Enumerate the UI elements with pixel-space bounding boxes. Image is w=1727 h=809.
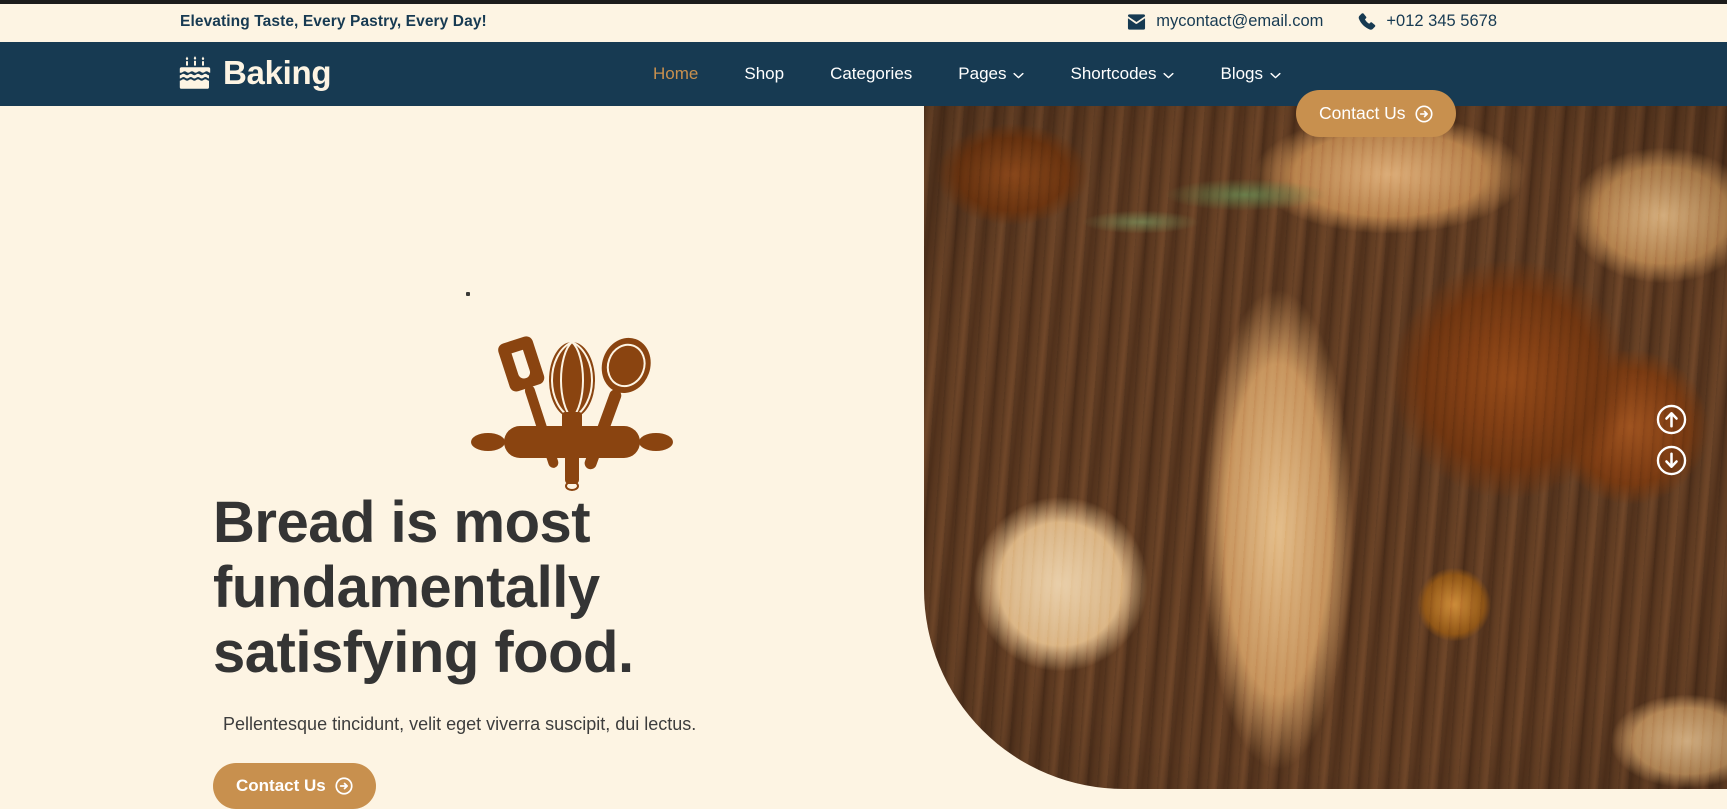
phone-icon bbox=[1357, 12, 1376, 31]
nav-item-blogs-label: Blogs bbox=[1220, 64, 1264, 83]
phone-contact-link[interactable]: +012 345 5678 bbox=[1357, 12, 1497, 31]
baking-utensils-icon bbox=[466, 328, 678, 493]
top-utility-bar: Elevating Taste, Every Pastry, Every Day… bbox=[0, 4, 1727, 42]
nav-menu: Home Shop Categories Pages Shortcodes Bl… bbox=[630, 42, 1304, 106]
chevron-down-icon bbox=[1270, 72, 1281, 79]
envelope-icon bbox=[1127, 12, 1146, 31]
nav-item-pages-label: Pages bbox=[958, 64, 1007, 83]
hero-subtitle: Pellentesque tincidunt, velit eget viver… bbox=[223, 714, 697, 734]
brand-name-text: Baking bbox=[223, 53, 332, 91]
nav-item-categories[interactable]: Categories bbox=[807, 42, 935, 106]
nav-item-shop[interactable]: Shop bbox=[721, 42, 807, 106]
arrow-right-circle-icon bbox=[335, 777, 353, 795]
nav-contact-us-button[interactable]: Contact Us bbox=[1296, 90, 1456, 137]
nav-item-blogs[interactable]: Blogs bbox=[1197, 42, 1304, 106]
nav-item-home-label: Home bbox=[653, 64, 699, 83]
hero-section: Bread is most fundamentally satisfying f… bbox=[0, 106, 1727, 809]
decorative-dot bbox=[466, 292, 470, 296]
arrow-right-circle-icon bbox=[1415, 104, 1433, 123]
hero-content-column: Bread is most fundamentally satisfying f… bbox=[0, 106, 924, 809]
slider-prev-button[interactable] bbox=[1656, 404, 1687, 435]
nav-item-shop-label: Shop bbox=[744, 64, 785, 83]
chevron-down-icon bbox=[1013, 72, 1025, 79]
slider-next-button[interactable] bbox=[1656, 445, 1687, 476]
browser-top-edge bbox=[0, 0, 1727, 4]
phone-number-text: +012 345 5678 bbox=[1386, 12, 1497, 30]
hero-image bbox=[924, 106, 1727, 789]
main-navigation-bar: Baking Home Shop Categories Pages Shortc… bbox=[0, 42, 1727, 137]
nav-item-shortcodes-label: Shortcodes bbox=[1070, 64, 1157, 83]
nav-item-pages[interactable]: Pages bbox=[935, 42, 1047, 106]
hero-contact-us-label: Contact Us bbox=[236, 776, 326, 795]
nav-item-shortcodes[interactable]: Shortcodes bbox=[1047, 42, 1197, 106]
chevron-down-icon bbox=[1163, 72, 1175, 79]
hero-headline: Bread is most fundamentally satisfying f… bbox=[213, 490, 634, 685]
site-logo[interactable]: Baking bbox=[179, 53, 332, 91]
contact-info-group: mycontact@email.com +012 345 5678 bbox=[1127, 12, 1497, 31]
hero-image-vignette bbox=[924, 106, 1727, 789]
nav-item-home[interactable]: Home bbox=[630, 42, 721, 106]
tagline-text: Elevating Taste, Every Pastry, Every Day… bbox=[180, 13, 487, 30]
nav-contact-us-label: Contact Us bbox=[1319, 103, 1406, 123]
cake-icon bbox=[179, 55, 211, 89]
nav-item-categories-label: Categories bbox=[830, 64, 913, 83]
email-contact-link[interactable]: mycontact@email.com bbox=[1127, 12, 1323, 31]
email-address-text: mycontact@email.com bbox=[1156, 12, 1324, 30]
hero-slider-controls bbox=[1656, 404, 1687, 476]
hero-contact-us-button[interactable]: Contact Us bbox=[213, 763, 376, 809]
